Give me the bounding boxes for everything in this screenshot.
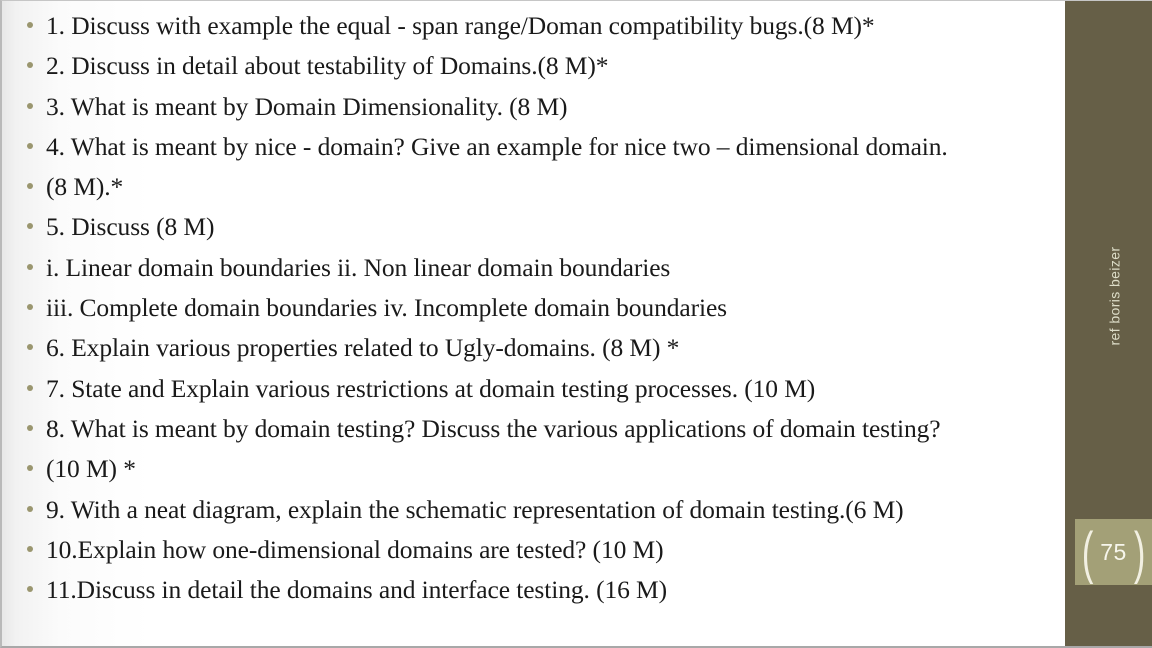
question-list: 1. Discuss with example the equal - span…	[14, 6, 1059, 610]
slide-content-area: 1. Discuss with example the equal - span…	[0, 0, 1065, 648]
list-item-text: 8. What is meant by domain testing? Disc…	[46, 413, 941, 443]
list-item-text: 9. With a neat diagram, explain the sche…	[46, 494, 904, 524]
list-item[interactable]: (8 M).*	[14, 167, 1059, 207]
list-item[interactable]: 10.Explain how one-dimensional domains a…	[14, 530, 1059, 570]
page-number: 75	[1100, 538, 1127, 565]
reference-label-text: ref boris beizer	[1106, 246, 1123, 346]
list-item[interactable]: iii. Complete domain boundaries iv. Inco…	[14, 288, 1059, 328]
bullet-point-icon	[14, 328, 46, 368]
list-item[interactable]: 6. Explain various properties related to…	[14, 328, 1059, 368]
bullet-point-icon	[14, 87, 46, 127]
list-item-text: 7. State and Explain various restriction…	[46, 373, 816, 403]
list-item[interactable]: 4. What is meant by nice - domain? Give …	[14, 127, 1059, 167]
reference-label: ref boris beizer	[1065, 247, 1152, 346]
list-item[interactable]: 8. What is meant by domain testing? Disc…	[14, 409, 1059, 449]
bullet-point-icon	[14, 530, 46, 570]
list-item-text: 4. What is meant by nice - domain? Give …	[46, 131, 948, 161]
list-item[interactable]: 5. Discuss (8 M)	[14, 207, 1059, 247]
bullet-point-icon	[14, 288, 46, 328]
bullet-point-icon	[14, 248, 46, 288]
bullet-point-icon	[14, 167, 46, 207]
list-item[interactable]: i. Linear domain boundaries ii. Non line…	[14, 248, 1059, 288]
list-item[interactable]: 7. State and Explain various restriction…	[14, 369, 1059, 409]
bullet-point-icon	[14, 369, 46, 409]
list-item-text: 5. Discuss (8 M)	[46, 212, 215, 242]
bullet-point-icon	[14, 6, 46, 46]
list-item-text: 6. Explain various properties related to…	[46, 333, 680, 363]
list-item-text: i. Linear domain boundaries ii. Non line…	[46, 252, 671, 282]
list-item[interactable]: 2. Discuss in detail about testability o…	[14, 46, 1059, 86]
list-item[interactable]: (10 M) *	[14, 449, 1059, 489]
right-sidebar: ref boris beizer ( 75 )	[1065, 0, 1152, 648]
list-item[interactable]: 9. With a neat diagram, explain the sche…	[14, 490, 1059, 530]
list-item[interactable]: 11.Discuss in detail the domains and int…	[14, 570, 1059, 610]
list-item[interactable]: 3. What is meant by Domain Dimensionalit…	[14, 87, 1059, 127]
bullet-point-icon	[14, 490, 46, 530]
list-item-text: 2. Discuss in detail about testability o…	[46, 51, 609, 81]
list-item[interactable]: 1. Discuss with example the equal - span…	[14, 6, 1059, 46]
list-item-text: 10.Explain how one-dimensional domains a…	[46, 534, 664, 564]
bullet-point-icon	[14, 207, 46, 247]
list-item-text: (8 M).*	[46, 172, 124, 202]
list-item-text: 11.Discuss in detail the domains and int…	[46, 575, 668, 605]
bullet-point-icon	[14, 449, 46, 489]
bullet-point-icon	[14, 46, 46, 86]
list-item-text: iii. Complete domain boundaries iv. Inco…	[46, 293, 728, 323]
left-parenthesis-icon: (	[1081, 519, 1094, 585]
right-parenthesis-icon: )	[1133, 519, 1146, 585]
page-number-badge: ( 75 )	[1075, 519, 1152, 585]
slide-canvas: 1. Discuss with example the equal - span…	[0, 0, 1152, 648]
bullet-point-icon	[14, 570, 46, 610]
bullet-point-icon	[14, 409, 46, 449]
bullet-point-icon	[14, 127, 46, 167]
list-item-text: 3. What is meant by Domain Dimensionalit…	[46, 91, 568, 121]
list-item-text: (10 M) *	[46, 454, 136, 484]
list-item-text: 1. Discuss with example the equal - span…	[46, 11, 875, 40]
